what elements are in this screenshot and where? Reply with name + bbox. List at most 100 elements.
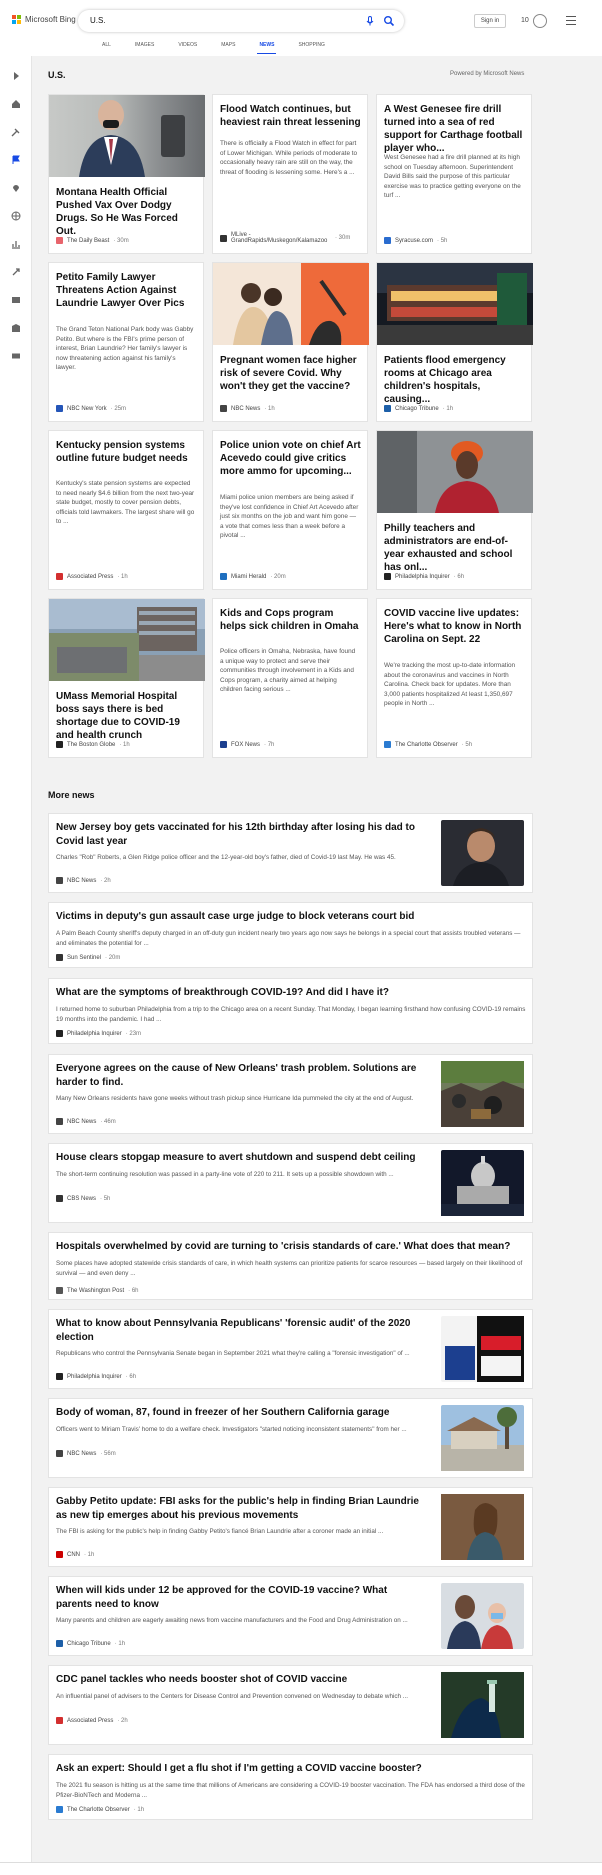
news-card[interactable]: Patients flood emergency rooms at Chicag…: [376, 262, 533, 422]
item-headline[interactable]: Ask an expert: Should I get a flu shot i…: [56, 1762, 526, 1776]
item-headline[interactable]: Hospitals overwhelmed by covid are turni…: [56, 1240, 526, 1254]
tab-shopping[interactable]: SHOPPING: [286, 42, 336, 54]
item-source[interactable]: NBC News · 56m: [56, 1450, 116, 1457]
card-source[interactable]: MLive - GrandRapids/Muskegon/Kalamazoo · …: [220, 232, 360, 244]
news-card[interactable]: Philly teachers and administrators are e…: [376, 430, 533, 590]
powered-by-label[interactable]: Powered by Microsoft News: [450, 71, 524, 77]
card-source[interactable]: The Boston Globe · 1h: [56, 741, 196, 748]
item-headline[interactable]: CDC panel tackles who needs booster shot…: [56, 1673, 426, 1687]
card-headline[interactable]: Kentucky pension systems outline future …: [56, 439, 197, 465]
more-news-item[interactable]: What are the symptoms of breakthrough CO…: [48, 978, 533, 1044]
rewards-count[interactable]: 10: [521, 17, 529, 24]
news-card[interactable]: Pregnant women face higher risk of sever…: [212, 262, 369, 422]
card-headline[interactable]: Montana Health Official Pushed Vax Over …: [56, 186, 197, 238]
more-news-item[interactable]: Body of woman, 87, found in freezer of h…: [48, 1398, 533, 1478]
item-headline[interactable]: Everyone agrees on the cause of New Orle…: [56, 1062, 426, 1090]
item-source[interactable]: NBC News · 2h: [56, 877, 111, 884]
item-source[interactable]: Sun Sentinel · 20m: [56, 954, 120, 961]
item-source[interactable]: Associated Press · 2h: [56, 1717, 128, 1724]
news-card[interactable]: Montana Health Official Pushed Vax Over …: [48, 94, 205, 254]
news-card[interactable]: UMass Memorial Hospital boss says there …: [48, 598, 205, 758]
microphone-icon[interactable]: [364, 15, 376, 27]
more-news-item[interactable]: Gabby Petito update: FBI asks for the pu…: [48, 1487, 533, 1567]
search-input[interactable]: U.S.: [90, 16, 106, 25]
item-source[interactable]: The Washington Post · 6h: [56, 1287, 139, 1294]
expand-icon[interactable]: [11, 68, 21, 80]
hamburger-menu-icon[interactable]: [566, 16, 576, 26]
tab-maps[interactable]: MAPS: [209, 42, 247, 54]
search-box[interactable]: U.S.: [78, 10, 404, 32]
card-source[interactable]: Miami Herald · 20m: [220, 573, 360, 580]
card-source[interactable]: NBC New York · 25m: [56, 405, 196, 412]
news-card[interactable]: Flood Watch continues, but heaviest rain…: [212, 94, 368, 254]
card-headline[interactable]: Pregnant women face higher risk of sever…: [220, 354, 361, 393]
card-headline[interactable]: Petito Family Lawyer Threatens Action Ag…: [56, 271, 197, 310]
video-icon[interactable]: [11, 292, 21, 303]
location-icon[interactable]: [11, 180, 21, 192]
rocket-icon[interactable]: [11, 264, 21, 276]
tab-news[interactable]: NEWS: [247, 42, 286, 54]
item-source[interactable]: Chicago Tribune · 1h: [56, 1640, 125, 1647]
more-news-item[interactable]: New Jersey boy gets vaccinated for his 1…: [48, 813, 533, 893]
item-headline[interactable]: Victims in deputy's gun assault case urg…: [56, 910, 526, 924]
news-card[interactable]: Police union vote on chief Art Acevedo c…: [212, 430, 368, 590]
card-headline[interactable]: Flood Watch continues, but heaviest rain…: [220, 103, 361, 129]
globe-icon[interactable]: [11, 208, 21, 221]
item-source[interactable]: Philadelphia Inquirer · 6h: [56, 1373, 136, 1380]
building-icon[interactable]: [11, 320, 21, 332]
item-source[interactable]: Philadelphia Inquirer · 23m: [56, 1030, 141, 1037]
news-card[interactable]: Kentucky pension systems outline future …: [48, 430, 204, 590]
item-headline[interactable]: What are the symptoms of breakthrough CO…: [56, 986, 526, 1000]
more-news-item[interactable]: What to know about Pennsylvania Republic…: [48, 1309, 533, 1389]
card-source[interactable]: Syracuse.com · 5h: [384, 237, 524, 244]
tools-icon[interactable]: [11, 124, 21, 137]
news-card[interactable]: Petito Family Lawyer Threatens Action Ag…: [48, 262, 204, 422]
card-source[interactable]: FOX News · 7h: [220, 741, 360, 748]
chart-icon[interactable]: [11, 236, 21, 249]
card-headline[interactable]: Patients flood emergency rooms at Chicag…: [384, 354, 525, 406]
item-source[interactable]: CNN · 1h: [56, 1551, 94, 1558]
flag-icon[interactable]: [11, 152, 21, 164]
item-source[interactable]: The Charlotte Observer · 1h: [56, 1806, 144, 1813]
more-news-item[interactable]: CDC panel tackles who needs booster shot…: [48, 1665, 533, 1745]
more-news-item[interactable]: Victims in deputy's gun assault case urg…: [48, 902, 533, 968]
news-card[interactable]: COVID vaccine live updates: Here's what …: [376, 598, 532, 758]
news-card[interactable]: A West Genesee fire drill turned into a …: [376, 94, 532, 254]
card-source[interactable]: The Charlotte Observer · 5h: [384, 741, 524, 748]
card-source[interactable]: Associated Press · 1h: [56, 573, 196, 580]
item-headline[interactable]: Body of woman, 87, found in freezer of h…: [56, 1406, 426, 1420]
card-headline[interactable]: A West Genesee fire drill turned into a …: [384, 103, 525, 155]
card-headline[interactable]: Kids and Cops program helps sick childre…: [220, 607, 361, 633]
item-source[interactable]: NBC News · 46m: [56, 1118, 116, 1125]
news-card[interactable]: Kids and Cops program helps sick childre…: [212, 598, 368, 758]
more-news-item[interactable]: When will kids under 12 be approved for …: [48, 1576, 533, 1656]
more-news-item[interactable]: Everyone agrees on the cause of New Orle…: [48, 1054, 533, 1134]
item-snippet: Some places have adopted statewide crisi…: [56, 1260, 523, 1277]
tab-videos[interactable]: VIDEOS: [166, 42, 209, 54]
home-icon[interactable]: [11, 96, 21, 108]
card-source[interactable]: NBC News · 1h: [220, 405, 360, 412]
more-news-item[interactable]: House clears stopgap measure to avert sh…: [48, 1143, 533, 1223]
card-source[interactable]: Philadelphia Inquirer · 6h: [384, 573, 524, 580]
card-headline[interactable]: Police union vote on chief Art Acevedo c…: [220, 439, 361, 478]
tab-images[interactable]: IMAGES: [123, 42, 166, 54]
item-source[interactable]: CBS News · 5h: [56, 1195, 110, 1202]
item-headline[interactable]: Gabby Petito update: FBI asks for the pu…: [56, 1495, 426, 1523]
card-icon[interactable]: [11, 348, 21, 359]
item-headline[interactable]: When will kids under 12 be approved for …: [56, 1584, 426, 1612]
more-news-item[interactable]: Ask an expert: Should I get a flu shot i…: [48, 1754, 533, 1820]
item-headline[interactable]: House clears stopgap measure to avert sh…: [56, 1151, 426, 1165]
bing-logo[interactable]: Microsoft Bing: [12, 15, 76, 24]
tab-all[interactable]: ALL: [90, 42, 123, 54]
sign-in-button[interactable]: Sign in: [474, 14, 506, 28]
card-headline[interactable]: COVID vaccine live updates: Here's what …: [384, 607, 525, 646]
card-headline[interactable]: Philly teachers and administrators are e…: [384, 522, 525, 574]
card-source[interactable]: The Daily Beast · 30m: [56, 237, 196, 244]
rewards-trophy-icon[interactable]: [533, 14, 547, 28]
item-headline[interactable]: What to know about Pennsylvania Republic…: [56, 1317, 426, 1345]
item-headline[interactable]: New Jersey boy gets vaccinated for his 1…: [56, 821, 426, 849]
more-news-item[interactable]: Hospitals overwhelmed by covid are turni…: [48, 1232, 533, 1300]
card-headline[interactable]: UMass Memorial Hospital boss says there …: [56, 690, 197, 742]
card-source[interactable]: Chicago Tribune · 1h: [384, 405, 524, 412]
search-icon[interactable]: [383, 15, 395, 27]
